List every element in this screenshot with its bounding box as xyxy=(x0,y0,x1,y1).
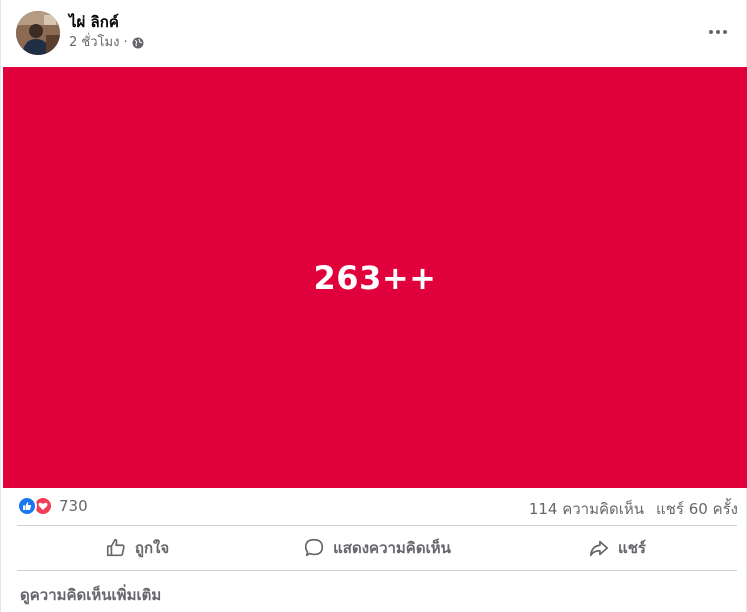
divider xyxy=(17,525,737,526)
comment-icon xyxy=(305,538,324,557)
like-button[interactable]: ถูกใจ xyxy=(17,527,257,569)
more-dot xyxy=(709,30,713,34)
author-avatar[interactable] xyxy=(16,11,60,55)
like-icon xyxy=(17,496,37,516)
meta-separator: · xyxy=(123,35,128,50)
post-image-text: 263++ xyxy=(313,258,437,297)
divider xyxy=(17,570,737,571)
post-stats: 730 114 ความคิดเห็น แชร์ 60 ครั้ง xyxy=(1,488,747,526)
more-options-button[interactable] xyxy=(704,20,732,44)
comment-label: แสดงความคิดเห็น xyxy=(333,539,451,557)
comment-count[interactable]: 114 ความคิดเห็น xyxy=(529,497,644,521)
more-dot xyxy=(723,30,727,34)
view-more-comments-link[interactable]: ดูความคิดเห็นเพิ่มเติม xyxy=(20,583,161,607)
reaction-count: 730 xyxy=(59,497,88,515)
action-bar: ถูกใจ แสดงความคิดเห็น แชร์ xyxy=(17,527,737,569)
more-dot xyxy=(716,30,720,34)
like-label: ถูกใจ xyxy=(134,539,170,557)
comment-button[interactable]: แสดงความคิดเห็น xyxy=(257,527,497,569)
author-name[interactable]: ไผ่ ลิกค์ xyxy=(69,12,119,32)
thumbs-up-icon xyxy=(106,538,125,557)
post-image[interactable]: 263++ xyxy=(3,67,747,488)
reactions-summary[interactable]: 730 xyxy=(17,496,88,516)
share-count[interactable]: แชร์ 60 ครั้ง xyxy=(656,497,738,521)
post-header: ไผ่ ลิกค์ 2 ชั่วโมง · xyxy=(1,0,747,66)
share-icon xyxy=(589,540,609,557)
globe-icon xyxy=(132,37,144,49)
engagement-counts: 114 ความคิดเห็น แชร์ 60 ครั้ง xyxy=(529,497,738,521)
post-card: ไผ่ ลิกค์ 2 ชั่วโมง · 263++ 730 114 ความ… xyxy=(0,0,747,612)
share-button[interactable]: แชร์ xyxy=(497,527,737,569)
post-time[interactable]: 2 ชั่วโมง xyxy=(69,34,119,52)
share-label: แชร์ xyxy=(618,539,646,557)
post-meta: 2 ชั่วโมง · xyxy=(69,34,144,52)
